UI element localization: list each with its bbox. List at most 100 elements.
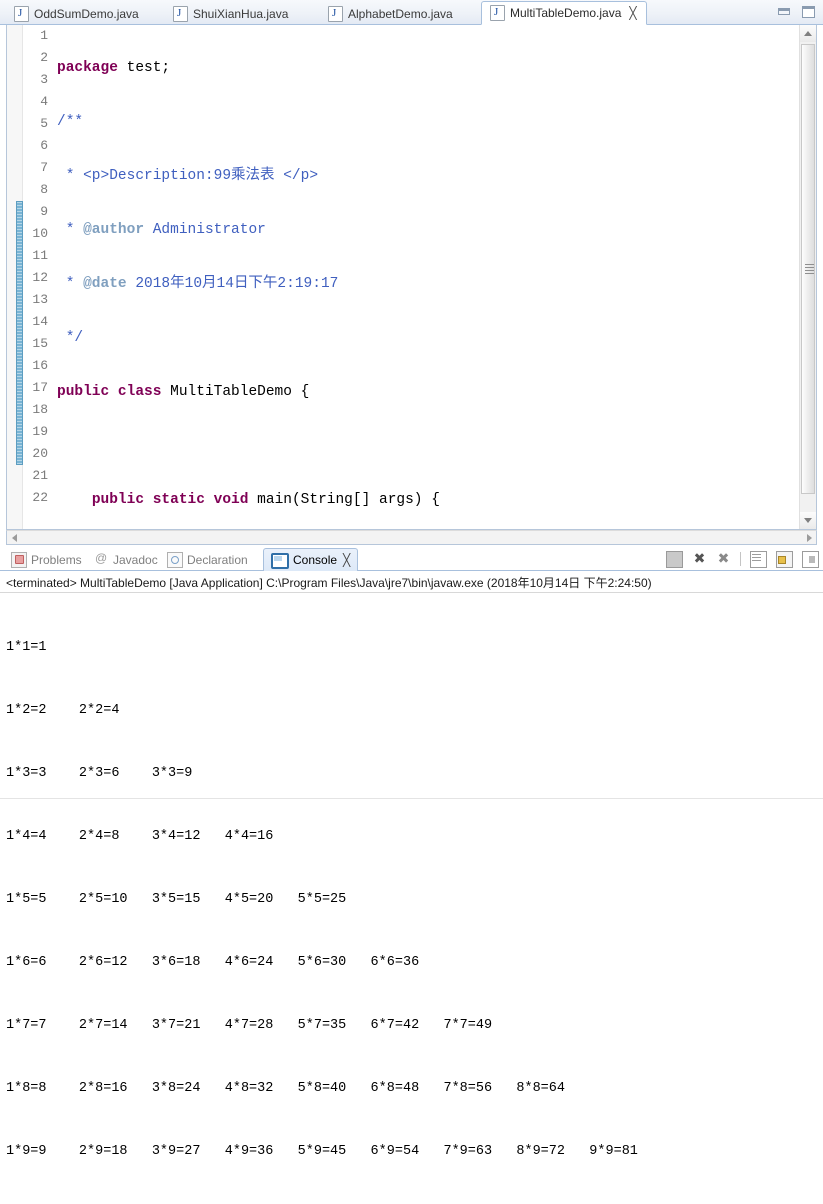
minimize-icon [778,8,790,15]
line-number: 3 [40,72,48,87]
console-output-line: 1*9=9 2*9=18 3*9=27 4*9=36 5*9=45 6*9=54… [6,1144,638,1159]
line-number: 1 [40,28,48,43]
console-output-line: 1*4=4 2*4=8 3*4=12 4*4=16 [6,829,274,844]
console-output-line: 1*1=1 [6,640,47,655]
line-number: 15 [32,336,48,351]
view-tab-console[interactable]: Console ╳ [263,548,359,571]
toolbar-separator [740,552,741,566]
console-horizontal-scrollbar[interactable] [0,798,823,815]
line-number: 17 [32,380,48,395]
line-number: 10 [32,226,48,241]
maximize-icon [802,6,815,18]
line-number: 19 [32,424,48,439]
editor-tab-multitabledemo[interactable]: MultiTableDemo.java ╳ [481,1,647,25]
line-number: 21 [32,468,48,483]
console-output-line: 1*6=6 2*6=12 3*6=18 4*6=24 5*6=30 6*6=36 [6,955,420,970]
chevron-left-icon [12,534,17,542]
view-tab-label: Problems [31,553,82,567]
javadoc-icon [95,551,109,567]
editor-tab-alphabetdemo[interactable]: AlphabetDemo.java [320,2,462,25]
scroll-left-arrow[interactable] [7,531,21,544]
code-line: public static void main(String[] args) { [91,492,440,508]
console-status-line: <terminated> MultiTableDemo [Java Applic… [6,576,652,590]
scroll-lock-button[interactable] [776,550,793,568]
console-part: Problems Javadoc Declaration Console ╳ ✖… [0,547,823,1159]
console-divider [0,592,823,593]
chevron-down-icon [804,518,812,523]
java-file-icon [328,5,343,22]
chevron-up-icon [804,31,812,36]
code-line: /** [57,114,84,130]
vertical-scroll-thumb[interactable] [801,44,815,494]
code-line: package test; [57,60,171,76]
view-tab-label: Declaration [187,553,248,567]
scroll-right-arrow[interactable] [802,531,816,544]
console-toolbar: ✖ ✖ [666,550,819,568]
console-output-line: 1*2=2 2*2=4 [6,703,120,718]
editor-horizontal-scrollbar[interactable] [6,530,817,545]
java-file-icon [173,5,188,22]
console-output[interactable]: 1*1=1 1*2=2 2*2=4 1*3=3 2*3=6 3*3=9 1*4=… [6,595,821,1159]
view-tab-label: Javadoc [113,553,158,567]
line-number: 2 [40,50,48,65]
close-icon[interactable]: ╳ [343,553,350,567]
line-number: 5 [40,116,48,131]
java-file-icon [490,5,505,21]
declaration-icon [167,552,183,568]
line-number: 4 [40,94,48,109]
close-icon[interactable]: ╳ [629,6,636,20]
maximize-editor-button[interactable] [800,4,817,20]
line-number-ruler: 1 2 3 4 5 6 7 8 9 10 11 12 13 14 15 16 1… [23,25,49,509]
code-line: public class MultiTableDemo { [57,384,310,400]
console-icon [271,552,289,569]
editor-vertical-scrollbar[interactable] [799,25,816,529]
editor-tab-label: OddSumDemo.java [34,6,139,21]
view-tab-declaration[interactable]: Declaration [160,549,255,571]
change-indicator-bar [16,201,23,465]
java-file-icon [14,5,29,22]
line-number: 13 [32,292,48,307]
minimize-editor-button[interactable] [776,4,793,20]
line-number: 18 [32,402,48,417]
chevron-right-icon [807,534,812,542]
line-number: 7 [40,160,48,175]
line-number: 20 [32,446,48,461]
line-number: 9 [40,204,48,219]
problems-icon [11,552,27,568]
pin-console-button[interactable] [802,550,819,568]
editor-part: OddSumDemo.java ShuiXianHua.java Alphabe… [0,0,823,545]
line-number: 11 [32,248,48,263]
editor-tab-label: AlphabetDemo.java [348,6,453,21]
line-number: 22 [32,490,48,505]
remove-launch-button[interactable]: ✖ [692,551,707,567]
code-line: */ [57,330,84,346]
line-number: 14 [32,314,48,329]
code-text[interactable]: package test; /** * <p>Description:99乘法表… [57,25,798,529]
editor-tab-label: MultiTableDemo.java [510,6,622,20]
console-output-line: 1*5=5 2*5=10 3*5=15 4*5=20 5*5=25 [6,892,347,907]
code-line: * @date 2018年10月14日下午2:19:17 [57,276,339,292]
console-output-line: 1*8=8 2*8=16 3*8=24 4*8=32 5*8=40 6*8=48… [6,1081,565,1096]
console-tab-bar: Problems Javadoc Declaration Console ╳ ✖… [0,547,823,571]
line-number: 6 [40,138,48,153]
code-line: * @author Administrator [57,222,266,238]
code-editor[interactable]: 1 2 3 4 5 6 7 8 9 10 11 12 13 14 15 16 1… [6,25,817,530]
view-tab-problems[interactable]: Problems [4,549,89,571]
clear-console-button[interactable] [750,550,767,568]
scroll-grip-icon [805,264,814,274]
scroll-up-arrow[interactable] [800,25,816,42]
console-output-line: 1*7=7 2*7=14 3*7=21 4*7=28 5*7=35 6*7=42… [6,1018,493,1033]
line-number: 12 [32,270,48,285]
terminate-button[interactable] [666,550,683,568]
line-number: 16 [32,358,48,373]
editor-tab-label: ShuiXianHua.java [193,6,289,21]
line-number: 8 [40,182,48,197]
remove-all-terminated-button[interactable]: ✖ [716,551,731,567]
editor-tab-oddsumdemo[interactable]: OddSumDemo.java [6,2,148,25]
scroll-down-arrow[interactable] [800,512,816,529]
editor-tab-shuixianhua[interactable]: ShuiXianHua.java [165,2,297,25]
editor-tab-bar: OddSumDemo.java ShuiXianHua.java Alphabe… [0,0,823,25]
view-tab-javadoc[interactable]: Javadoc [88,549,165,571]
view-tab-label: Console [293,553,338,567]
